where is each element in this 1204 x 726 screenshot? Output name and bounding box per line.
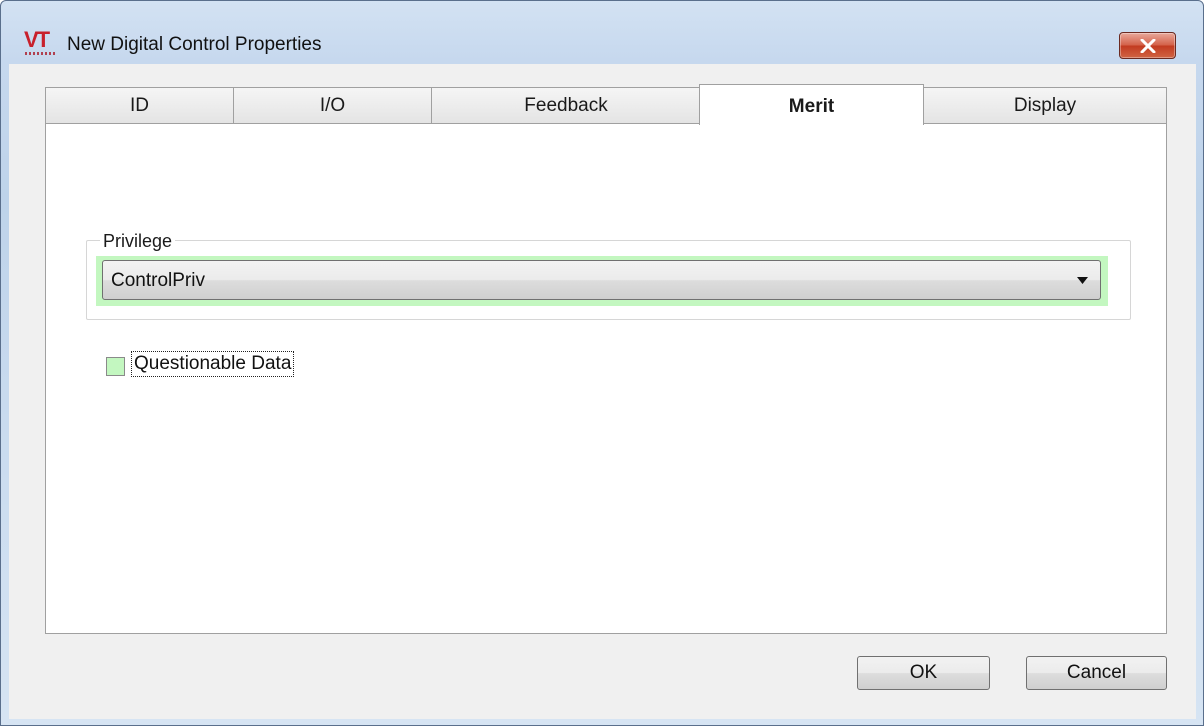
privilege-dropdown[interactable]: ControlPriv xyxy=(102,260,1101,300)
tab-io[interactable]: I/O xyxy=(233,87,432,123)
vt-logo-icon: VT xyxy=(24,27,58,59)
privilege-group-label: Privilege xyxy=(100,231,176,252)
dialog-window: VT New Digital Control Properties ID I/O… xyxy=(0,0,1204,726)
cancel-button[interactable]: Cancel xyxy=(1026,656,1167,690)
dialog-body: ID I/O Feedback Merit Display Privilege … xyxy=(9,64,1196,719)
close-icon xyxy=(1140,38,1155,53)
app-logo-underline xyxy=(25,52,57,55)
chevron-down-icon xyxy=(1077,277,1088,284)
questionable-data-checkbox[interactable] xyxy=(106,357,125,376)
questionable-data-label[interactable]: Questionable Data xyxy=(130,351,295,377)
ok-button[interactable]: OK xyxy=(857,656,990,690)
title-bar: VT New Digital Control Properties xyxy=(1,1,1203,63)
tab-feedback[interactable]: Feedback xyxy=(431,87,701,123)
tab-id[interactable]: ID xyxy=(45,87,234,123)
merit-tab-panel: Privilege ControlPriv Questionable Data xyxy=(45,123,1167,634)
window-title: New Digital Control Properties xyxy=(67,34,322,55)
tab-bar: ID I/O Feedback Merit Display xyxy=(45,84,1167,125)
app-logo-text: VT xyxy=(24,27,50,52)
tab-display[interactable]: Display xyxy=(923,87,1167,123)
privilege-highlight: ControlPriv xyxy=(96,256,1108,306)
privilege-dropdown-value: ControlPriv xyxy=(111,270,205,291)
tab-merit[interactable]: Merit xyxy=(699,84,924,125)
close-button[interactable] xyxy=(1119,32,1176,59)
